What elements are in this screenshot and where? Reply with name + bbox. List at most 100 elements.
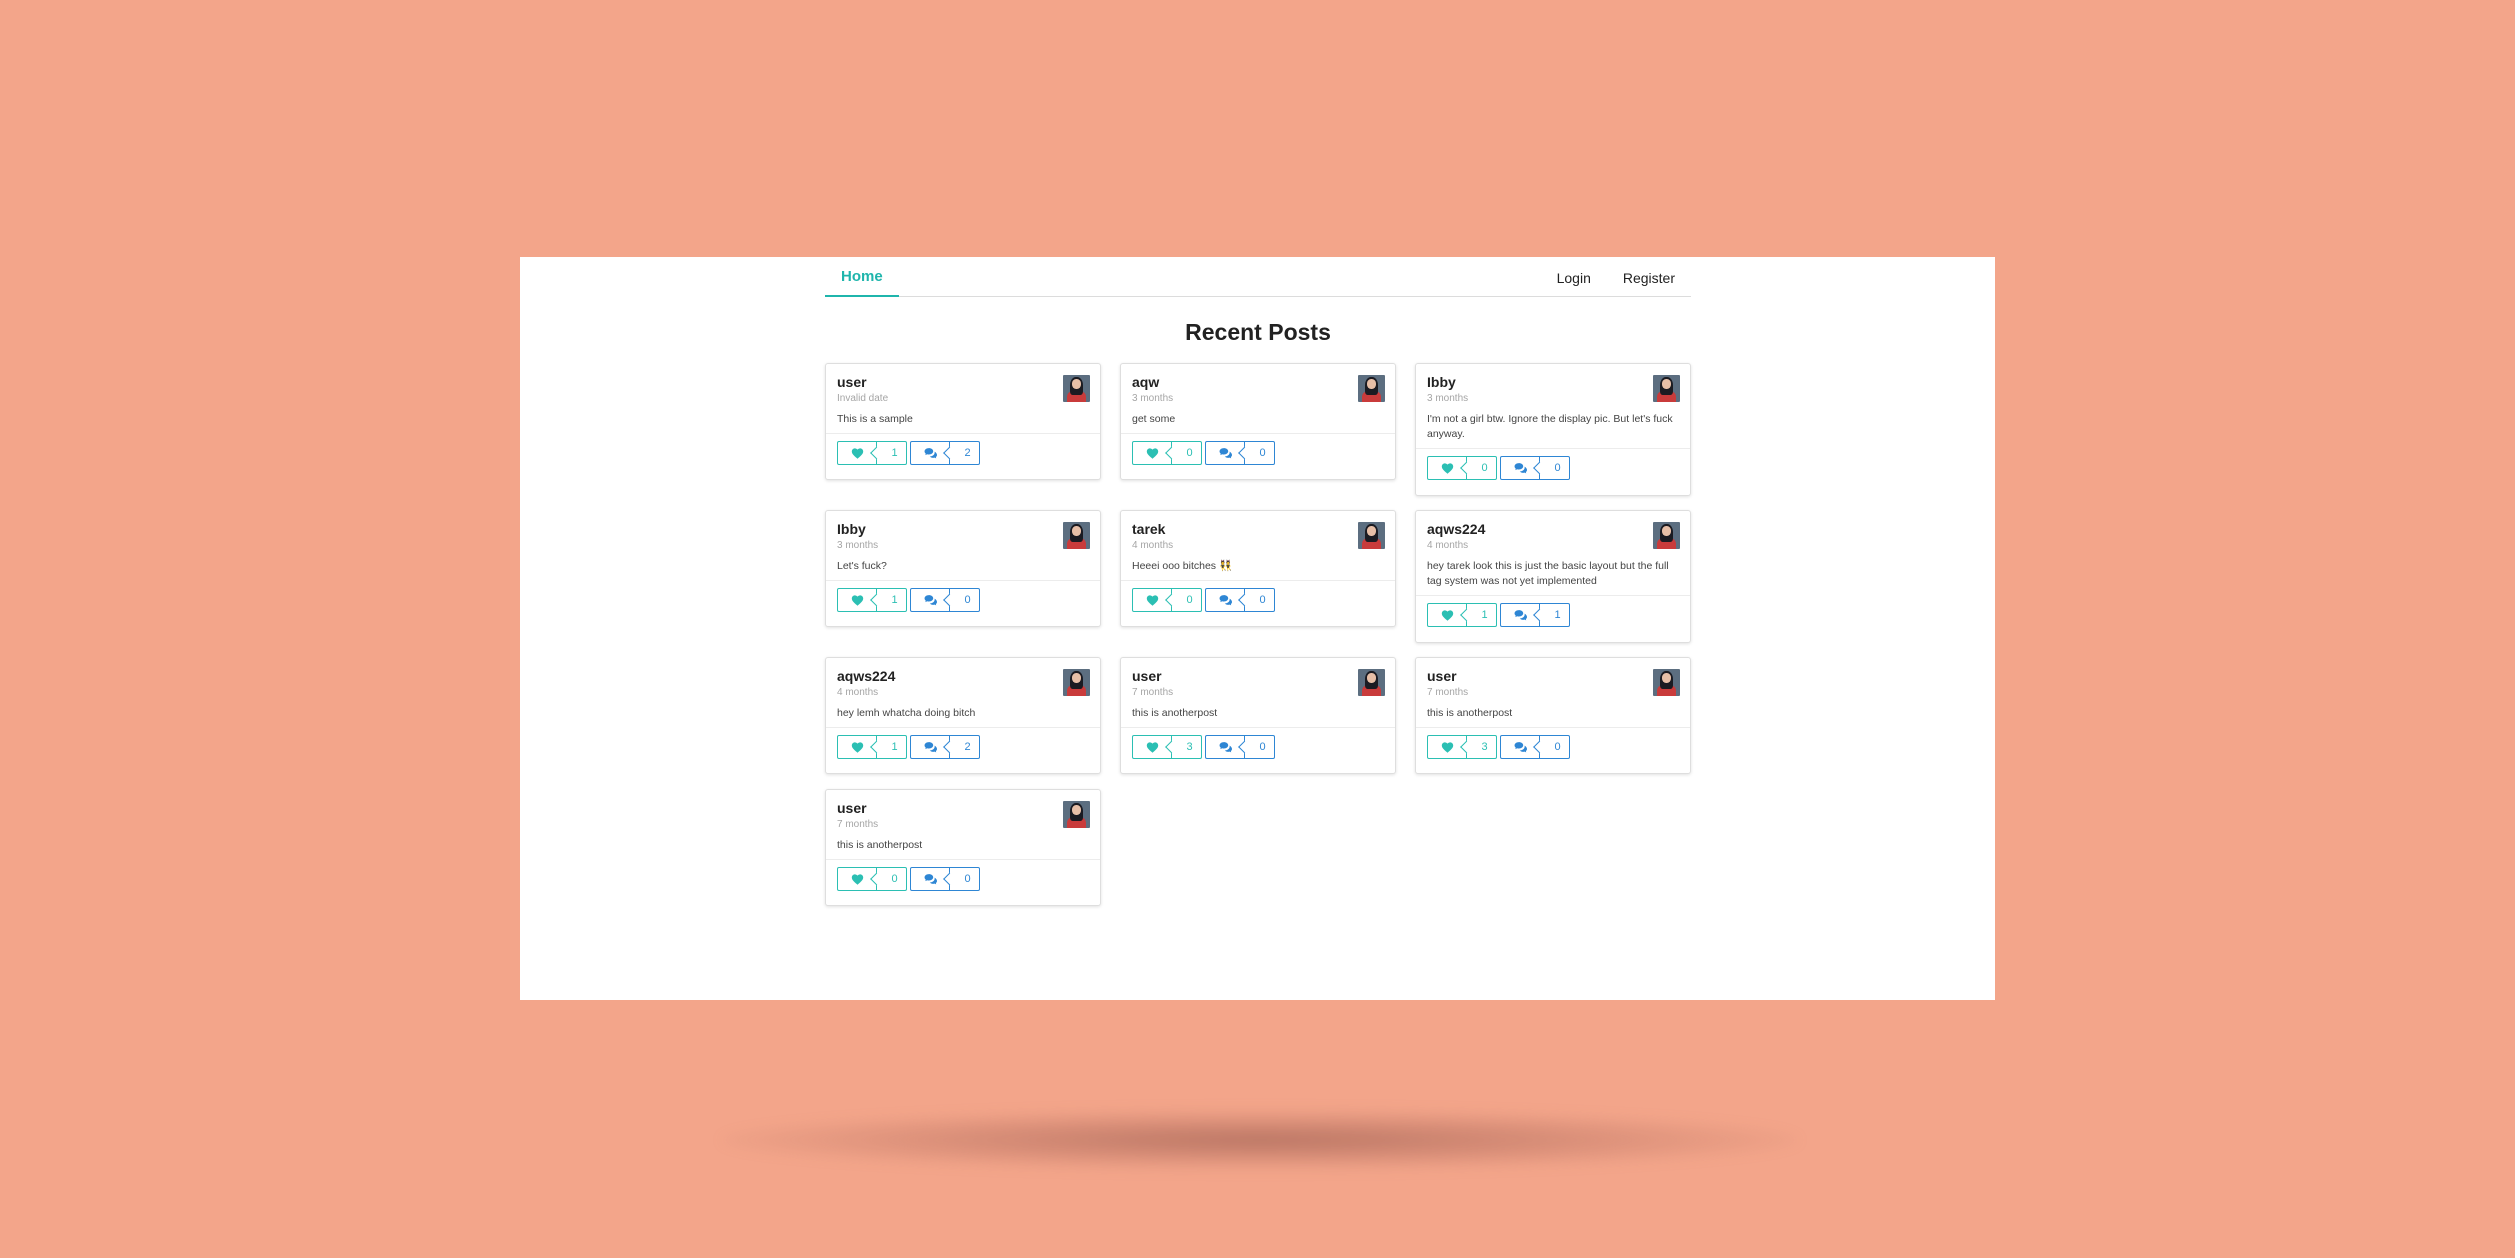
comment-button[interactable]: 2 — [910, 441, 980, 465]
post-card: user 7 months this is anotherpost 3 0 — [1415, 657, 1691, 774]
post-body: aqws224 4 months hey lemh whatcha doing … — [826, 658, 1100, 727]
comment-button[interactable]: 0 — [1205, 735, 1275, 759]
comment-button[interactable]: 0 — [1500, 456, 1570, 480]
post-time: 4 months — [1427, 540, 1469, 551]
nav-login-link[interactable]: Login — [1541, 270, 1607, 296]
comment-count: 0 — [1245, 588, 1275, 612]
comment-button[interactable]: 0 — [1205, 588, 1275, 612]
like-button[interactable]: 0 — [1132, 588, 1202, 612]
post-time: 7 months — [1132, 687, 1174, 698]
comment-button[interactable]: 0 — [1500, 735, 1570, 759]
page-title: Recent Posts — [1185, 319, 1331, 345]
post-card: tarek 4 months Heeei ooo bitches 👯 0 0 — [1120, 510, 1396, 627]
user-avatar[interactable] — [1358, 375, 1385, 402]
like-count: 0 — [1172, 588, 1202, 612]
post-actions: 0 0 — [1416, 448, 1690, 488]
like-button[interactable]: 1 — [1427, 603, 1497, 627]
top-nav: Home Login Register — [825, 257, 1691, 297]
post-body: tarek 4 months Heeei ooo bitches 👯 — [1121, 511, 1395, 580]
post-body: Ibby 3 months Let's fuck? — [826, 511, 1100, 580]
post-time: 4 months — [837, 687, 879, 698]
like-button[interactable]: 1 — [837, 441, 907, 465]
post-actions: 3 0 — [1416, 727, 1690, 767]
nav-home-tab[interactable]: Home — [825, 268, 899, 297]
nav-auth-links: Login Register — [1541, 270, 1691, 296]
post-time: 4 months — [1132, 540, 1174, 551]
like-button[interactable]: 3 — [1427, 735, 1497, 759]
user-avatar[interactable] — [1653, 669, 1680, 696]
post-author[interactable]: tarek — [1132, 521, 1384, 538]
post-time: 7 months — [837, 819, 879, 830]
comment-button[interactable]: 0 — [1205, 441, 1275, 465]
like-count: 0 — [1467, 456, 1497, 480]
post-author[interactable]: aqws224 — [1427, 521, 1679, 538]
post-time: 3 months — [837, 540, 879, 551]
post-actions: 0 0 — [1121, 433, 1395, 473]
post-body: aqw 3 months get some — [1121, 364, 1395, 433]
post-author[interactable]: Ibby — [1427, 374, 1679, 391]
comment-count: 0 — [950, 867, 980, 891]
user-avatar[interactable] — [1063, 669, 1090, 696]
user-avatar[interactable] — [1358, 522, 1385, 549]
comment-button[interactable]: 0 — [910, 588, 980, 612]
post-actions: 3 0 — [1121, 727, 1395, 767]
post-actions: 1 1 — [1416, 595, 1690, 635]
like-button[interactable]: 0 — [1132, 441, 1202, 465]
post-body: Ibby 3 months I'm not a girl btw. Ignore… — [1416, 364, 1690, 448]
post-author[interactable]: aqw — [1132, 374, 1384, 391]
comment-count: 2 — [950, 735, 980, 759]
post-card: aqws224 4 months hey tarek look this is … — [1415, 510, 1691, 643]
like-button[interactable]: 3 — [1132, 735, 1202, 759]
comment-count: 0 — [1245, 441, 1275, 465]
like-count: 1 — [1467, 603, 1497, 627]
like-button[interactable]: 1 — [837, 588, 907, 612]
post-card: user 7 months this is anotherpost 3 0 — [1120, 657, 1396, 774]
post-author[interactable]: aqws224 — [837, 668, 1089, 685]
post-author[interactable]: user — [1132, 668, 1384, 685]
comment-button[interactable]: 2 — [910, 735, 980, 759]
comment-button[interactable]: 1 — [1500, 603, 1570, 627]
post-author[interactable]: Ibby — [837, 521, 1089, 538]
comment-count: 0 — [950, 588, 980, 612]
user-avatar[interactable] — [1653, 375, 1680, 402]
post-actions: 1 2 — [826, 433, 1100, 473]
post-time: 3 months — [1427, 393, 1469, 404]
post-content: Let's fuck? — [837, 560, 887, 572]
like-button[interactable]: 1 — [837, 735, 907, 759]
post-time: 7 months — [1427, 687, 1469, 698]
like-button[interactable]: 0 — [837, 867, 907, 891]
post-body: user Invalid date This is a sample — [826, 364, 1100, 433]
post-content: this is anotherpost — [837, 839, 923, 851]
user-avatar[interactable] — [1063, 375, 1090, 402]
like-count: 1 — [877, 588, 907, 612]
post-body: user 7 months this is anotherpost — [826, 790, 1100, 859]
post-author[interactable]: user — [1427, 668, 1679, 685]
post-card: Ibby 3 months I'm not a girl btw. Ignore… — [1415, 363, 1691, 496]
post-body: user 7 months this is anotherpost — [1121, 658, 1395, 727]
post-card: aqw 3 months get some 0 0 — [1120, 363, 1396, 480]
like-count: 1 — [877, 441, 907, 465]
nav-register-link[interactable]: Register — [1607, 270, 1691, 296]
post-card: aqws224 4 months hey lemh whatcha doing … — [825, 657, 1101, 774]
user-avatar[interactable] — [1653, 522, 1680, 549]
like-button[interactable]: 0 — [1427, 456, 1497, 480]
user-avatar[interactable] — [1063, 801, 1090, 828]
user-avatar[interactable] — [1358, 669, 1385, 696]
page-container: Home Login Register Recent Posts user In… — [825, 257, 1691, 906]
post-actions: 0 0 — [1121, 580, 1395, 620]
browser-window: Home Login Register Recent Posts user In… — [520, 257, 1995, 1000]
post-content: hey lemh whatcha doing bitch — [837, 707, 976, 719]
post-content: hey tarek look this is just the basic la… — [1427, 560, 1669, 587]
post-author[interactable]: user — [837, 800, 1089, 817]
post-author[interactable]: user — [837, 374, 1089, 391]
like-count: 3 — [1172, 735, 1202, 759]
post-actions: 0 0 — [826, 859, 1100, 899]
post-content: This is a sample — [837, 413, 913, 425]
user-avatar[interactable] — [1063, 522, 1090, 549]
post-time: Invalid date — [837, 393, 889, 404]
post-content: Heeei ooo bitches 👯 — [1132, 560, 1233, 572]
post-content: get some — [1132, 413, 1176, 425]
like-count: 3 — [1467, 735, 1497, 759]
comment-button[interactable]: 0 — [910, 867, 980, 891]
comment-count: 2 — [950, 441, 980, 465]
